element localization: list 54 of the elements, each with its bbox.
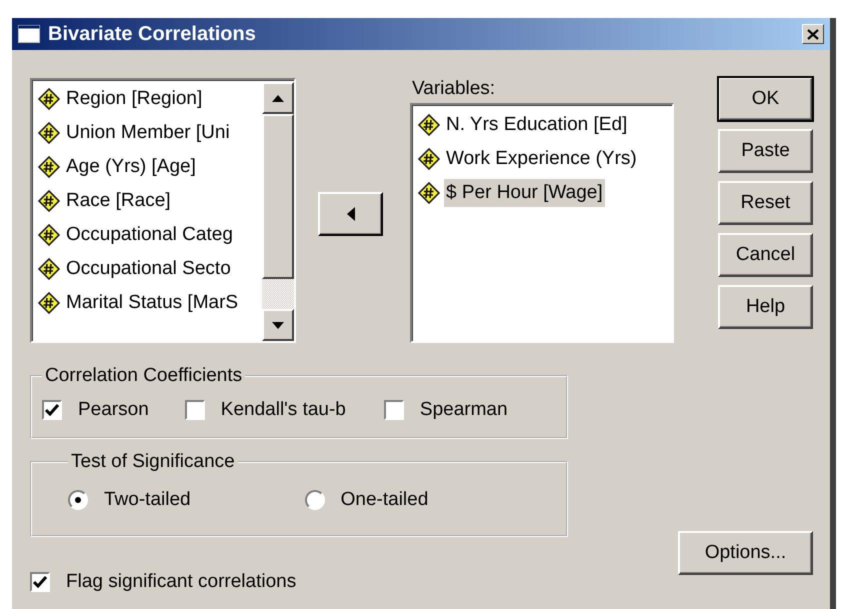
checkbox-label: Pearson (78, 399, 149, 421)
variable-item[interactable]: Marital Status [MarS (64, 289, 240, 317)
close-icon (807, 28, 819, 40)
radio-label: Two-tailed (104, 489, 191, 511)
checkbox[interactable] (30, 572, 50, 592)
radio-button[interactable] (304, 490, 325, 510)
checkbox-label: Kendall's tau-b (220, 399, 346, 421)
up-arrow-icon (272, 94, 284, 102)
close-button[interactable] (802, 24, 824, 44)
hash-diamond-icon (418, 114, 440, 136)
move-button[interactable] (318, 192, 383, 236)
hash-diamond-icon (38, 292, 60, 314)
checkbox[interactable] (384, 400, 404, 420)
checkbox-label: Flag significant correlations (66, 571, 296, 593)
variable-item[interactable]: Occupational Secto (64, 255, 233, 283)
left-arrow-icon (346, 207, 354, 221)
dialog-button[interactable]: Paste (718, 129, 813, 173)
selected-variable-list[interactable]: N. Yrs Education [Ed] Work Experience (Yrs) $ Per Hour [Wage] (410, 103, 674, 343)
hash-diamond-icon (418, 182, 440, 204)
checkbox[interactable] (184, 400, 205, 420)
variable-item[interactable]: Occupational Categ (64, 221, 235, 249)
window-icon (18, 25, 40, 43)
checkbox[interactable] (42, 400, 62, 420)
variable-item[interactable]: Union Member [Uni (64, 119, 232, 147)
source-variable-list[interactable]: Region [Region] Union Member [Uni Age (Yrs) [Age] Race [Race] Occupational Categ Occupational Secto Marital Status [MarS (30, 78, 296, 343)
radio-button[interactable] (68, 490, 88, 510)
hash-diamond-icon (38, 88, 60, 110)
radio-label: One-tailed (340, 489, 428, 511)
scroll-track[interactable] (262, 279, 294, 309)
variable-item[interactable]: Race [Race] (64, 187, 173, 215)
variable-item[interactable]: $ Per Hour [Wage] (444, 179, 605, 207)
options-button[interactable]: Options... (678, 531, 813, 575)
variable-item[interactable]: Work Experience (Yrs) (444, 145, 639, 173)
variables-label: Variables: (411, 78, 496, 101)
dialog-button[interactable]: OK (718, 77, 813, 121)
group-title: Test of Significance (70, 451, 236, 473)
hash-diamond-icon (38, 258, 60, 280)
checkbox-label: Spearman (420, 399, 508, 421)
variable-item[interactable]: N. Yrs Education [Ed] (444, 111, 630, 139)
variable-item[interactable]: Region [Region] (64, 85, 204, 113)
hash-diamond-icon (38, 156, 60, 178)
hash-diamond-icon (38, 224, 60, 246)
hash-diamond-icon (38, 122, 60, 144)
dialog-button[interactable]: Help (718, 285, 813, 329)
group-title: Correlation Coefficients (44, 365, 244, 387)
scroll-thumb[interactable] (262, 114, 294, 279)
hash-diamond-icon (38, 190, 60, 212)
down-arrow-icon (272, 322, 284, 328)
dialog-button[interactable]: Cancel (718, 233, 813, 277)
variable-item[interactable]: Age (Yrs) [Age] (64, 153, 198, 181)
scrollbar[interactable] (262, 82, 294, 341)
dialog-button[interactable]: Reset (718, 181, 813, 225)
window-title: Bivariate Correlations (48, 22, 257, 46)
hash-diamond-icon (418, 148, 440, 170)
